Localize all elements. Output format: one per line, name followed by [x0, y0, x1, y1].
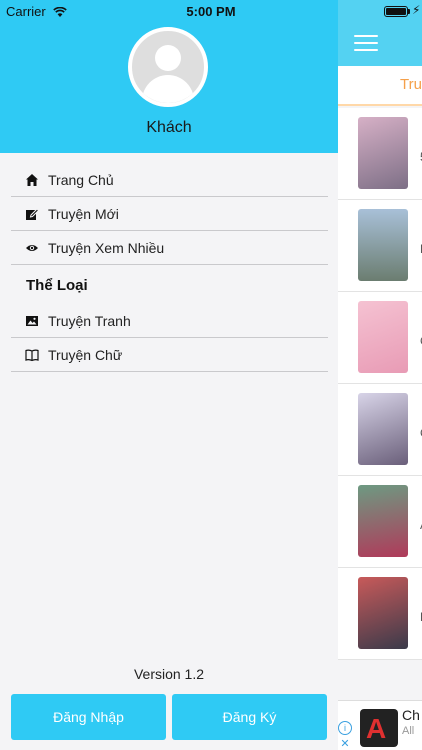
category-menu: Truyện Tranh Truyện Chữ — [11, 304, 328, 372]
drawer-header: Khách — [0, 0, 338, 153]
menu-item-new[interactable]: Truyện Mới — [11, 197, 328, 231]
charging-icon: ⚡ — [412, 3, 421, 17]
story-cover — [358, 393, 408, 465]
book-icon — [25, 348, 39, 362]
list-item[interactable]: 5 — [338, 108, 422, 200]
menu-item-label: Truyện Xem Nhiều — [48, 239, 165, 256]
status-bar: Carrier 5:00 PM ⚡ — [0, 0, 422, 22]
menu-item-label: Truyện Tranh — [48, 312, 131, 329]
home-icon — [25, 173, 39, 187]
menu-item-popular[interactable]: Truyện Xem Nhiều — [11, 231, 328, 265]
avatar[interactable] — [128, 27, 208, 107]
menu-item-label: Truyện Mới — [48, 205, 119, 222]
story-cover — [358, 577, 408, 649]
menu-icon[interactable] — [354, 35, 378, 51]
list-item[interactable]: F — [338, 568, 422, 660]
menu-item-novels[interactable]: Truyện Chữ — [11, 338, 328, 372]
list-item[interactable]: A — [338, 476, 422, 568]
edit-icon — [25, 207, 40, 221]
battery-tip — [408, 9, 410, 14]
ad-app-logo: A — [360, 709, 398, 747]
menu-item-comics[interactable]: Truyện Tranh — [11, 304, 328, 338]
user-name: Khách — [146, 119, 192, 136]
menu-item-label: Trang Chủ — [48, 171, 114, 188]
side-drawer: Khách Trang Chủ Truyện Mới Truyện Xem Nh… — [0, 0, 338, 750]
ad-close-icon[interactable]: ✕ — [338, 737, 352, 750]
tab-label[interactable]: Tru — [400, 76, 422, 93]
list-item[interactable]: C — [338, 384, 422, 476]
story-list: 5 D C C A F — [338, 108, 422, 660]
ad-subtitle: All — [402, 725, 415, 737]
status-time: 5:00 PM — [186, 4, 236, 19]
section-title-categories: Thể Loại — [26, 277, 88, 294]
list-item[interactable]: D — [338, 200, 422, 292]
register-button[interactable]: Đăng Ký — [172, 694, 327, 740]
battery-icon — [384, 6, 408, 17]
app-version: Version 1.2 — [133, 666, 205, 682]
story-cover — [358, 301, 408, 373]
menu-item-label: Truyện Chữ — [48, 346, 123, 363]
list-item[interactable]: C — [338, 292, 422, 384]
ad-banner[interactable]: i ✕ A Ch All — [338, 700, 422, 750]
ad-title: Ch — [402, 707, 420, 723]
image-icon — [25, 314, 39, 328]
login-button[interactable]: Đăng Nhập — [11, 694, 166, 740]
main-menu: Trang Chủ Truyện Mới Truyện Xem Nhiều — [11, 163, 328, 265]
eye-icon — [25, 241, 39, 255]
story-cover — [358, 117, 408, 189]
story-cover — [358, 209, 408, 281]
story-cover — [358, 485, 408, 557]
menu-item-home[interactable]: Trang Chủ — [11, 163, 328, 197]
ad-info-icon[interactable]: i — [338, 721, 352, 735]
